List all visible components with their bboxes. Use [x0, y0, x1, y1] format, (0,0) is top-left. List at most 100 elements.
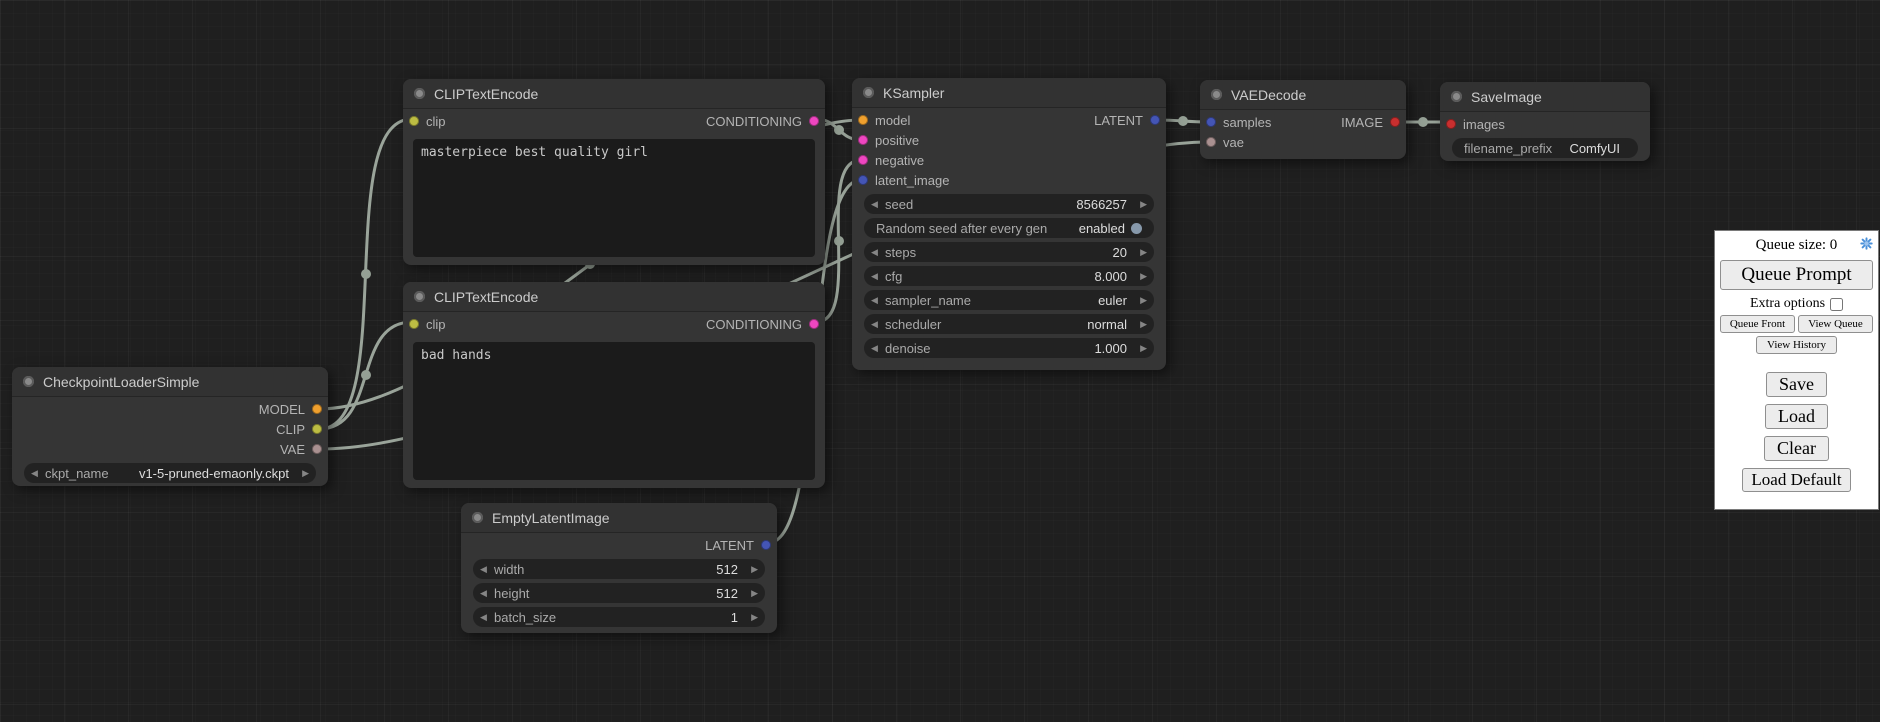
output-port-latent[interactable]: LATENT — [705, 538, 771, 553]
node-ksampler[interactable]: KSampler model LATENT positive — [852, 78, 1166, 370]
node-empty-latent-image[interactable]: EmptyLatentImage LATENT width 512 height… — [461, 503, 777, 633]
node-clip-text-encode-positive[interactable]: CLIPTextEncode clip CONDITIONING masterp… — [403, 79, 825, 265]
save-button[interactable]: Save — [1766, 372, 1827, 397]
denoise-widget[interactable]: denoise 1.000 — [864, 338, 1154, 358]
clip-port-dot[interactable] — [312, 424, 322, 434]
node-clip-text-encode-negative[interactable]: CLIPTextEncode clip CONDITIONING bad han… — [403, 282, 825, 488]
node-title-bar[interactable]: CLIPTextEncode — [403, 79, 825, 109]
clip-port-dot[interactable] — [409, 319, 419, 329]
increment-icon[interactable] — [1133, 266, 1147, 286]
input-port-images[interactable]: images — [1446, 117, 1505, 132]
increment-icon[interactable] — [744, 583, 758, 603]
view-queue-button[interactable]: View Queue — [1798, 315, 1873, 333]
increment-icon[interactable] — [1133, 242, 1147, 262]
decrement-icon[interactable] — [480, 559, 494, 579]
next-option-icon[interactable] — [1133, 290, 1147, 310]
conditioning-port-dot[interactable] — [809, 116, 819, 126]
latent-port-dot[interactable] — [761, 540, 771, 550]
decrement-icon[interactable] — [871, 266, 885, 286]
queue-front-button[interactable]: Queue Front — [1720, 315, 1795, 333]
output-port-model[interactable]: MODEL — [259, 402, 322, 417]
settings-icon[interactable] — [1860, 237, 1873, 250]
filename-prefix-widget[interactable]: filename_prefix ComfyUI — [1452, 138, 1638, 158]
input-port-clip[interactable]: clip — [409, 114, 446, 129]
view-history-button[interactable]: View History — [1756, 336, 1837, 354]
output-port-vae[interactable]: VAE — [280, 442, 322, 457]
width-widget[interactable]: width 512 — [473, 559, 765, 579]
input-port-model[interactable]: model — [858, 113, 910, 128]
load-button[interactable]: Load — [1765, 404, 1828, 429]
node-title-bar[interactable]: CheckpointLoaderSimple — [12, 367, 328, 397]
height-widget[interactable]: height 512 — [473, 583, 765, 603]
increment-icon[interactable] — [1133, 338, 1147, 358]
vae-port-dot[interactable] — [1206, 137, 1216, 147]
latent-port-dot[interactable] — [1206, 117, 1216, 127]
collapse-toggle-icon[interactable] — [863, 87, 874, 98]
cfg-widget[interactable]: cfg 8.000 — [864, 266, 1154, 286]
model-port-dot[interactable] — [312, 404, 322, 414]
latent-port-dot[interactable] — [858, 175, 868, 185]
input-port-samples[interactable]: samples — [1206, 115, 1271, 130]
image-port-dot[interactable] — [1390, 117, 1400, 127]
conditioning-port-dot[interactable] — [809, 319, 819, 329]
node-title-bar[interactable]: VAEDecode — [1200, 80, 1406, 110]
sampler-name-widget[interactable]: sampler_name euler — [864, 290, 1154, 310]
toggle-knob-icon[interactable] — [1131, 223, 1142, 234]
decrement-icon[interactable] — [871, 338, 885, 358]
extra-options-checkbox[interactable] — [1830, 298, 1843, 311]
output-port-latent[interactable]: LATENT — [1094, 113, 1160, 128]
input-port-positive[interactable]: positive — [858, 133, 919, 148]
input-port-latent-image[interactable]: latent_image — [858, 173, 949, 188]
ckpt-name-widget[interactable]: ckpt_name v1-5-pruned-emaonly.ckpt — [24, 463, 316, 483]
comfyui-graph-canvas[interactable]: CheckpointLoaderSimple MODEL CLIP VAE — [0, 0, 1880, 722]
output-port-conditioning[interactable]: CONDITIONING — [706, 317, 819, 332]
output-port-conditioning[interactable]: CONDITIONING — [706, 114, 819, 129]
queue-prompt-button[interactable]: Queue Prompt — [1720, 260, 1873, 290]
decrement-icon[interactable] — [871, 194, 885, 214]
increment-icon[interactable] — [744, 559, 758, 579]
decrement-icon[interactable] — [871, 242, 885, 262]
collapse-toggle-icon[interactable] — [472, 512, 483, 523]
output-port-clip[interactable]: CLIP — [276, 422, 322, 437]
node-save-image[interactable]: SaveImage images filename_prefix ComfyUI — [1440, 82, 1650, 161]
prompt-textarea[interactable]: masterpiece best quality girl — [413, 139, 815, 257]
collapse-toggle-icon[interactable] — [23, 376, 34, 387]
node-title-bar[interactable]: EmptyLatentImage — [461, 503, 777, 533]
next-option-icon[interactable] — [1133, 314, 1147, 334]
conditioning-port-dot[interactable] — [858, 155, 868, 165]
batch-size-widget[interactable]: batch_size 1 — [473, 607, 765, 627]
clear-button[interactable]: Clear — [1764, 436, 1829, 461]
steps-widget[interactable]: steps 20 — [864, 242, 1154, 262]
increment-icon[interactable] — [1133, 194, 1147, 214]
prev-option-icon[interactable] — [871, 314, 885, 334]
next-option-icon[interactable] — [295, 463, 309, 483]
node-vae-decode[interactable]: VAEDecode samples IMAGE vae — [1200, 80, 1406, 159]
load-default-button[interactable]: Load Default — [1742, 468, 1850, 492]
input-port-vae[interactable]: vae — [1206, 135, 1244, 150]
image-port-dot[interactable] — [1446, 119, 1456, 129]
node-title-bar[interactable]: KSampler — [852, 78, 1166, 108]
collapse-toggle-icon[interactable] — [1211, 89, 1222, 100]
latent-port-dot[interactable] — [1150, 115, 1160, 125]
prev-option-icon[interactable] — [31, 463, 45, 483]
decrement-icon[interactable] — [480, 607, 494, 627]
prev-option-icon[interactable] — [871, 290, 885, 310]
node-title-bar[interactable]: SaveImage — [1440, 82, 1650, 112]
random-seed-toggle[interactable]: Random seed after every gen enabled — [864, 218, 1154, 238]
scheduler-widget[interactable]: scheduler normal — [864, 314, 1154, 334]
decrement-icon[interactable] — [480, 583, 494, 603]
clip-port-dot[interactable] — [409, 116, 419, 126]
seed-widget[interactable]: seed 8566257 — [864, 194, 1154, 214]
input-port-negative[interactable]: negative — [858, 153, 924, 168]
increment-icon[interactable] — [744, 607, 758, 627]
model-port-dot[interactable] — [858, 115, 868, 125]
node-checkpoint-loader-simple[interactable]: CheckpointLoaderSimple MODEL CLIP VAE — [12, 367, 328, 486]
collapse-toggle-icon[interactable] — [1451, 91, 1462, 102]
collapse-toggle-icon[interactable] — [414, 291, 425, 302]
node-title-bar[interactable]: CLIPTextEncode — [403, 282, 825, 312]
conditioning-port-dot[interactable] — [858, 135, 868, 145]
output-port-image[interactable]: IMAGE — [1341, 115, 1400, 130]
input-port-clip[interactable]: clip — [409, 317, 446, 332]
prompt-textarea[interactable]: bad hands — [413, 342, 815, 480]
collapse-toggle-icon[interactable] — [414, 88, 425, 99]
